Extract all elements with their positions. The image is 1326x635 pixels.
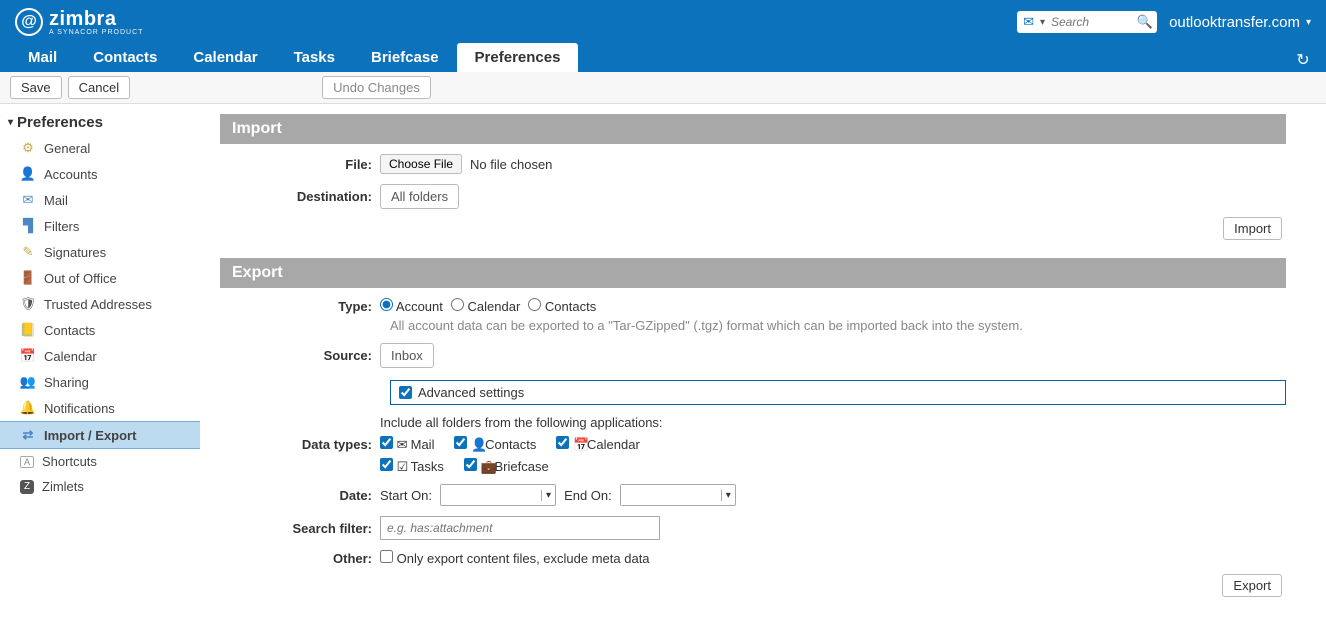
sidebar-item-calendar[interactable]: 📅Calendar — [0, 343, 200, 369]
logo: @ zimbra A SYNACOR PRODUCT — [15, 8, 143, 36]
end-on-label: End On: — [564, 488, 612, 503]
type-account-radio[interactable]: Account — [380, 298, 443, 314]
type-contacts-radio[interactable]: Contacts — [528, 298, 596, 314]
sidebar-item-contacts[interactable]: 📒Contacts — [0, 317, 200, 343]
sidebar-item-general[interactable]: ⚙General — [0, 135, 200, 161]
keyboard-icon: A — [20, 456, 34, 468]
brand-name: zimbra — [49, 8, 143, 31]
other-only-content-checkbox[interactable]: Only export content files, exclude meta … — [380, 550, 650, 566]
app-header: @ zimbra A SYNACOR PRODUCT ✉ ▾ 🔍 outlook… — [0, 0, 1326, 44]
date-label: Date: — [220, 488, 380, 503]
dt-calendar-checkbox[interactable]: 📅Calendar — [556, 436, 639, 452]
export-heading: Export — [220, 258, 1286, 288]
sidebar-item-mail[interactable]: ✉Mail — [0, 187, 200, 213]
choose-file-button[interactable]: Choose File — [380, 154, 462, 174]
other-label: Other: — [220, 551, 380, 566]
contacts-icon: 📒 — [20, 322, 36, 338]
import-export-icon: ⇄ — [20, 427, 36, 443]
import-section: Import File: Choose File No file chosen … — [220, 114, 1286, 240]
shield-icon: 🛡 — [20, 296, 36, 312]
destination-label: Destination: — [220, 189, 380, 204]
tab-mail[interactable]: Mail — [10, 43, 75, 72]
bell-icon: 🔔 — [20, 400, 36, 416]
sidebar-item-ooo[interactable]: 🚪Out of Office — [0, 265, 200, 291]
advanced-settings-checkbox[interactable] — [399, 386, 412, 399]
dt-contacts-checkbox[interactable]: 👤Contacts — [454, 436, 536, 452]
chevron-down-icon[interactable]: ▾ — [721, 490, 735, 501]
advanced-settings-box[interactable]: Advanced settings — [390, 380, 1286, 405]
sidebar-title[interactable]: ▾ Preferences — [0, 110, 200, 135]
refresh-icon[interactable]: ↻ — [1295, 52, 1311, 68]
sidebar-item-notifications[interactable]: 🔔Notifications — [0, 395, 200, 421]
search-filter-input[interactable] — [380, 516, 660, 540]
brand-subtitle: A SYNACOR PRODUCT — [49, 29, 143, 36]
chevron-down-icon[interactable]: ▾ — [1040, 17, 1045, 28]
tab-calendar[interactable]: Calendar — [175, 43, 275, 72]
gear-icon: ⚙ — [20, 140, 36, 156]
toolbar: Save Cancel Undo Changes — [0, 72, 1326, 104]
source-select[interactable]: Inbox — [380, 343, 434, 368]
preferences-sidebar: ▾ Preferences ⚙General 👤Accounts ✉Mail ▜… — [0, 104, 200, 635]
preferences-content: Import File: Choose File No file chosen … — [200, 104, 1326, 635]
cancel-button[interactable]: Cancel — [68, 76, 130, 99]
tasks-icon: ☑ — [397, 459, 411, 473]
type-hint: All account data can be exported to a "T… — [390, 318, 1286, 333]
search-icon[interactable]: 🔍 — [1137, 14, 1153, 30]
signature-icon: ✎ — [20, 244, 36, 260]
account-name[interactable]: outlooktransfer.com ▾ — [1169, 14, 1311, 31]
datatypes-label: Data types: — [220, 437, 380, 452]
type-label: Type: — [220, 299, 380, 314]
sidebar-item-accounts[interactable]: 👤Accounts — [0, 161, 200, 187]
import-button[interactable]: Import — [1223, 217, 1282, 240]
sidebar-item-signatures[interactable]: ✎Signatures — [0, 239, 200, 265]
calendar-icon: 📅 — [573, 437, 587, 451]
mail-icon: ✉ — [397, 437, 411, 451]
dt-tasks-checkbox[interactable]: ☑Tasks — [380, 458, 444, 474]
export-button[interactable]: Export — [1222, 574, 1282, 597]
main-tabs: Mail Contacts Calendar Tasks Briefcase P… — [0, 44, 1326, 72]
sidebar-item-import-export[interactable]: ⇄Import / Export — [0, 421, 200, 449]
undo-changes-button[interactable]: Undo Changes — [322, 76, 431, 99]
tab-briefcase[interactable]: Briefcase — [353, 43, 457, 72]
export-section: Export Type: Account Calendar Contacts A… — [220, 258, 1286, 597]
start-on-label: Start On: — [380, 488, 432, 503]
door-icon: 🚪 — [20, 270, 36, 286]
end-date-input[interactable]: ▾ — [620, 484, 736, 506]
tab-preferences[interactable]: Preferences — [457, 43, 579, 72]
dt-briefcase-checkbox[interactable]: 💼Briefcase — [464, 458, 549, 474]
tab-contacts[interactable]: Contacts — [75, 43, 175, 72]
search-input[interactable] — [1051, 15, 1131, 29]
tab-tasks[interactable]: Tasks — [276, 43, 353, 72]
person-icon: 👤 — [471, 437, 485, 451]
search-filter-label: Search filter: — [220, 521, 380, 536]
save-button[interactable]: Save — [10, 76, 62, 99]
search-box[interactable]: ✉ ▾ 🔍 — [1017, 11, 1157, 33]
file-status: No file chosen — [470, 157, 552, 172]
datatypes-hint: Include all folders from the following a… — [380, 415, 663, 430]
sidebar-item-sharing[interactable]: 👥Sharing — [0, 369, 200, 395]
destination-select[interactable]: All folders — [380, 184, 459, 209]
zimlets-icon: Z — [20, 480, 34, 494]
start-date-input[interactable]: ▾ — [440, 484, 556, 506]
import-heading: Import — [220, 114, 1286, 144]
dt-mail-checkbox[interactable]: ✉Mail — [380, 436, 434, 452]
collapse-icon[interactable]: ▾ — [8, 117, 13, 128]
chevron-down-icon[interactable]: ▾ — [1306, 17, 1311, 28]
sidebar-item-trusted[interactable]: 🛡Trusted Addresses — [0, 291, 200, 317]
type-calendar-radio[interactable]: Calendar — [451, 298, 520, 314]
filter-icon: ▜ — [20, 218, 36, 234]
source-label: Source: — [220, 348, 380, 363]
briefcase-icon: 💼 — [480, 459, 494, 473]
person-icon: 👤 — [20, 166, 36, 182]
sidebar-item-filters[interactable]: ▜Filters — [0, 213, 200, 239]
chevron-down-icon[interactable]: ▾ — [541, 490, 555, 501]
sharing-icon: 👥 — [20, 374, 36, 390]
sidebar-item-shortcuts[interactable]: AShortcuts — [0, 449, 200, 474]
mail-icon: ✉ — [20, 192, 36, 208]
logo-icon: @ — [15, 8, 43, 36]
calendar-icon: 📅 — [20, 348, 36, 364]
sidebar-item-zimlets[interactable]: ZZimlets — [0, 474, 200, 499]
file-label: File: — [220, 157, 380, 172]
mail-icon: ✉ — [1023, 14, 1034, 30]
